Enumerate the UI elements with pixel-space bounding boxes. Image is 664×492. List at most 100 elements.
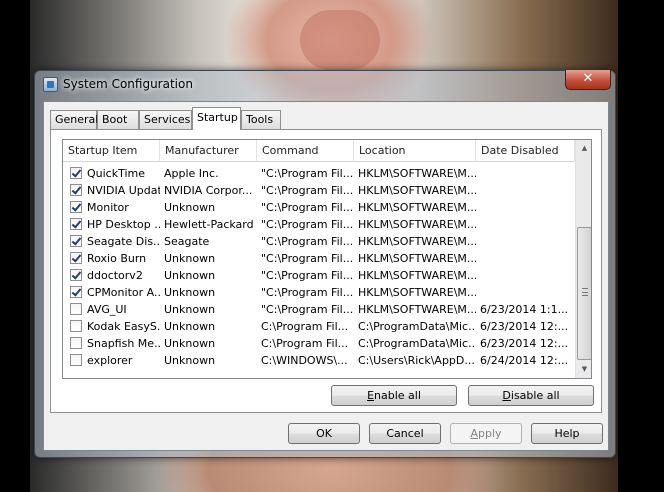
button-label: isable all xyxy=(510,389,560,402)
cell-startup-item: AVG_UI xyxy=(87,303,127,316)
cell-date-disabled xyxy=(476,165,575,182)
tab-startup[interactable]: Startup xyxy=(192,107,241,130)
title-bar[interactable]: System Configuration ✕ xyxy=(35,70,615,97)
tab-label: Boot xyxy=(102,113,128,126)
tab-boot[interactable]: Boot xyxy=(97,110,139,129)
cell-manufacturer: Unknown xyxy=(164,354,216,367)
cell-command: "C:\Program Fil... xyxy=(261,201,354,214)
table-row[interactable]: Monitor Unknown "C:\Program Fil... HKLM\SOF… xyxy=(63,199,575,216)
table-row[interactable]: explorer Unknown C:\WINDOWS\... C:\Users\Ri… xyxy=(63,352,575,369)
cell-startup-item: Seagate Dis... xyxy=(87,235,160,248)
cell-command: "C:\Program Fil... xyxy=(261,235,354,248)
cell-startup-item: CPMonitor A... xyxy=(87,286,160,299)
cell-manufacturer: Unknown xyxy=(164,286,216,299)
table-row[interactable]: Snapfish Me... Unknown C:\Program Fil... C:… xyxy=(63,335,575,352)
button-label: OK xyxy=(316,427,332,440)
close-icon: ✕ xyxy=(582,71,594,86)
cell-date-disabled xyxy=(476,182,575,199)
startup-item-checkbox[interactable] xyxy=(70,303,82,315)
cell-manufacturer: Unknown xyxy=(164,303,216,316)
startup-item-checkbox[interactable] xyxy=(70,337,82,349)
msconfig-app-icon xyxy=(43,77,58,92)
table-row[interactable]: QuickTime Apple Inc. "C:\Program Fil... HKL… xyxy=(63,165,575,182)
cell-startup-item: Kodak EasyS... xyxy=(87,320,160,333)
cell-date-disabled xyxy=(476,216,575,233)
cancel-button[interactable]: Cancel xyxy=(369,423,441,444)
tab-services[interactable]: Services xyxy=(139,110,192,129)
startup-item-checkbox[interactable] xyxy=(70,167,82,179)
startup-item-checkbox[interactable] xyxy=(70,184,82,196)
cell-command: C:\WINDOWS\... xyxy=(261,354,348,367)
column-header-command[interactable]: Command xyxy=(257,140,354,162)
cell-command: C:\Program Fil... xyxy=(261,320,349,333)
cell-manufacturer: Unknown xyxy=(164,337,216,350)
cell-command: "C:\Program Fil... xyxy=(261,252,354,265)
cell-startup-item: Monitor xyxy=(87,201,129,214)
tab-label: General xyxy=(55,113,99,126)
help-button[interactable]: Help xyxy=(531,423,603,444)
startup-item-checkbox[interactable] xyxy=(70,269,82,281)
cell-location: HKLM\SOFTWARE\M... xyxy=(358,201,476,214)
startup-item-checkbox[interactable] xyxy=(70,286,82,298)
startup-item-checkbox[interactable] xyxy=(70,354,82,366)
cell-command: C:\Program Fil... xyxy=(261,337,349,350)
table-row[interactable]: CPMonitor A... Unknown "C:\Program Fil... H… xyxy=(63,284,575,301)
column-header-location[interactable]: Location xyxy=(354,140,476,162)
accelerator-key: E xyxy=(367,389,375,402)
cell-startup-item: Snapfish Me... xyxy=(87,337,160,350)
startup-item-checkbox[interactable] xyxy=(70,218,82,230)
table-row[interactable]: HP Desktop ... Hewlett-Packard "C:\Program… xyxy=(63,216,575,233)
enable-all-button[interactable]: Enable all xyxy=(331,385,457,406)
table-row[interactable]: NVIDIA Update NVIDIA Corpor... "C:\Program… xyxy=(63,182,575,199)
tab-general[interactable]: General xyxy=(50,110,99,129)
disable-all-button[interactable]: Disable all xyxy=(468,385,594,406)
desktop-edge-left xyxy=(0,0,30,492)
cell-date-disabled xyxy=(476,199,575,216)
button-label: Cancel xyxy=(386,427,424,440)
cell-manufacturer: Unknown xyxy=(164,269,216,282)
table-row[interactable]: ddoctorv2 Unknown "C:\Program Fil... HKLM\S… xyxy=(63,267,575,284)
tab-label: Startup xyxy=(197,111,238,124)
scroll-up-icon[interactable]: ▲ xyxy=(576,140,591,157)
scroll-down-icon[interactable]: ▼ xyxy=(576,361,591,378)
cell-location: HKLM\SOFTWARE\M... xyxy=(358,218,476,231)
cell-date-disabled xyxy=(476,284,575,301)
cell-command: "C:\Program Fil... xyxy=(261,184,354,197)
cell-date-disabled xyxy=(476,267,575,284)
column-header-manufacturer[interactable]: Manufacturer xyxy=(160,140,257,162)
startup-item-checkbox[interactable] xyxy=(70,235,82,247)
cell-location: HKLM\SOFTWARE\M... xyxy=(358,286,476,299)
startup-items-list[interactable]: Startup Item Manufacturer Command Locati… xyxy=(62,139,592,379)
startup-item-checkbox[interactable] xyxy=(70,252,82,264)
column-header-date-disabled[interactable]: Date Disabled xyxy=(476,140,575,162)
apply-button[interactable]: Apply xyxy=(450,423,522,444)
cell-location: HKLM\SOFTWARE\M... xyxy=(358,269,476,282)
vertical-scrollbar[interactable]: ▲ ▼ xyxy=(575,140,591,378)
column-header-startup-item[interactable]: Startup Item xyxy=(63,140,160,162)
ok-button[interactable]: OK xyxy=(288,423,360,444)
cell-command: "C:\Program Fil... xyxy=(261,303,354,316)
startup-item-checkbox[interactable] xyxy=(70,320,82,332)
tab-tools[interactable]: Tools xyxy=(241,110,281,129)
system-configuration-window: System Configuration ✕ General Boot Serv… xyxy=(34,70,616,458)
cell-manufacturer: Hewlett-Packard xyxy=(164,218,254,231)
startup-tab-panel: Startup Item Manufacturer Command Locati… xyxy=(50,129,602,413)
cell-startup-item: Roxio Burn xyxy=(87,252,147,265)
cell-startup-item: explorer xyxy=(87,354,133,367)
tab-label: Services xyxy=(144,113,191,126)
table-row[interactable]: Kodak EasyS... Unknown C:\Program Fil... C:… xyxy=(63,318,575,335)
table-row[interactable]: Roxio Burn Unknown "C:\Program Fil... HKLM\… xyxy=(63,250,575,267)
button-label: nable all xyxy=(374,389,421,402)
accelerator-key: D xyxy=(502,389,511,402)
cell-manufacturer: Unknown xyxy=(164,252,216,265)
cell-startup-item: ddoctorv2 xyxy=(87,269,143,282)
cell-date-disabled xyxy=(476,250,575,267)
table-row[interactable]: Seagate Dis... Seagate "C:\Program Fil... H… xyxy=(63,233,575,250)
cell-location: C:\ProgramData\Mic... xyxy=(358,320,476,333)
startup-item-checkbox[interactable] xyxy=(70,201,82,213)
close-button[interactable]: ✕ xyxy=(565,70,611,90)
cell-location: HKLM\SOFTWARE\M... xyxy=(358,252,476,265)
cell-startup-item: HP Desktop ... xyxy=(87,218,160,231)
table-row[interactable]: AVG_UI Unknown "C:\Program Fil... HKLM\SOFT… xyxy=(63,301,575,318)
scroll-thumb[interactable] xyxy=(577,227,591,360)
